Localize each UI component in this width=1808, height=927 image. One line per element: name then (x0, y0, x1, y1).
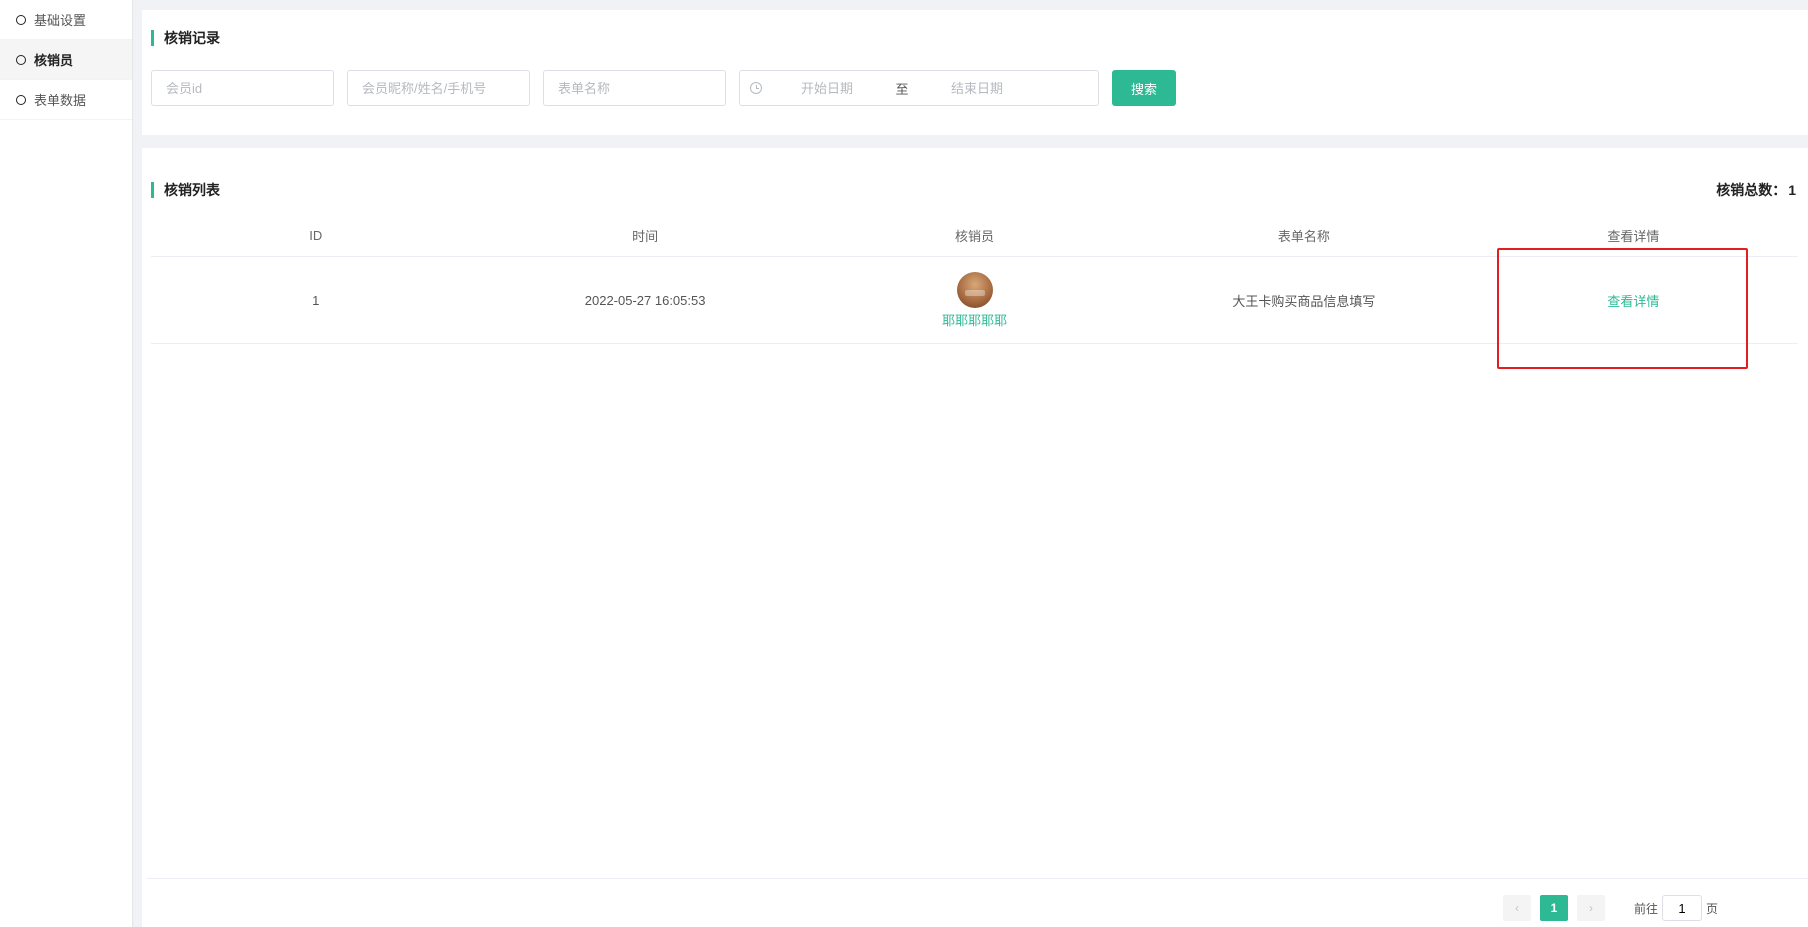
table-header: ID 时间 核销员 表单名称 查看详情 (151, 215, 1798, 257)
circle-icon (16, 54, 26, 65)
total-value: 1 (1788, 182, 1796, 198)
sidebar-item-form-data[interactable]: 表单数据 (0, 80, 132, 120)
sidebar-item-label: 基础设置 (34, 13, 87, 28)
start-date-input[interactable] (762, 80, 892, 96)
member-id-input[interactable] (151, 70, 334, 106)
goto-page: 前往 页 (1634, 895, 1718, 921)
total-count: 核销总数： 1 (1714, 180, 1796, 200)
date-range-picker[interactable]: 至 (739, 70, 1099, 106)
column-header-form-name: 表单名称 (1277, 229, 1330, 244)
table-row: 1 2022-05-27 16:05:53 耶耶耶耶耶 大王卡购买商品信息填写 … (151, 257, 1798, 344)
filter-bar: 至 搜索 (151, 70, 1176, 106)
view-detail-link[interactable]: 查看详情 (1607, 291, 1659, 310)
title-accent-bar (151, 182, 154, 198)
column-header-verifier: 核销员 (955, 229, 995, 244)
pagination-footer: ‹ 1 › 前往 页 (147, 878, 1808, 927)
sidebar-item-verifier[interactable]: 核销员 (0, 40, 132, 80)
records-title: 核销记录 (151, 28, 220, 48)
verifier-name-link[interactable]: 耶耶耶耶耶 (942, 310, 1007, 329)
records-title-text: 核销记录 (164, 30, 220, 46)
end-date-input[interactable] (912, 80, 1042, 96)
clock-icon (750, 82, 762, 94)
circle-icon (16, 94, 26, 105)
cell-detail: 查看详情 (1469, 257, 1798, 343)
column-header-time: 时间 (632, 229, 659, 244)
cell-time: 2022-05-27 16:05:53 (584, 292, 706, 308)
sidebar-item-label: 表单数据 (34, 93, 87, 108)
circle-icon (16, 14, 26, 25)
sidebar-item-basic-settings[interactable]: 基础设置 (0, 0, 132, 40)
verification-table: ID 时间 核销员 表单名称 查看详情 1 2022-05-27 16:05:5… (151, 215, 1798, 344)
cell-form-name: 大王卡购买商品信息填写 (1232, 293, 1376, 309)
page-number-1[interactable]: 1 (1540, 895, 1568, 921)
pagination: ‹ 1 › 前往 页 (1503, 895, 1718, 921)
date-separator: 至 (895, 81, 909, 97)
title-accent-bar (151, 30, 154, 46)
next-page-button[interactable]: › (1577, 895, 1605, 921)
column-header-detail: 查看详情 (1607, 229, 1660, 244)
search-button[interactable]: 搜索 (1112, 70, 1176, 106)
page-suffix: 页 (1706, 901, 1719, 916)
avatar (956, 271, 993, 308)
goto-page-input[interactable] (1662, 895, 1703, 921)
goto-label: 前往 (1634, 901, 1659, 916)
total-label: 核销总数： (1716, 182, 1787, 198)
member-info-input[interactable] (347, 70, 530, 106)
records-card: 核销记录 至 搜索 (142, 10, 1808, 135)
cell-verifier: 耶耶耶耶耶 (810, 257, 1139, 343)
prev-page-button[interactable]: ‹ (1503, 895, 1531, 921)
form-name-input[interactable] (543, 70, 726, 106)
list-title: 核销列表 (151, 180, 220, 200)
cell-id: 1 (312, 292, 320, 308)
list-title-text: 核销列表 (164, 182, 220, 198)
list-card: 核销列表 核销总数： 1 ID 时间 核销员 表单名称 查看详情 1 2022-0… (142, 148, 1808, 927)
sidebar: 基础设置 核销员 表单数据 (0, 0, 133, 927)
column-header-id: ID (309, 228, 323, 243)
sidebar-item-label: 核销员 (34, 53, 74, 68)
